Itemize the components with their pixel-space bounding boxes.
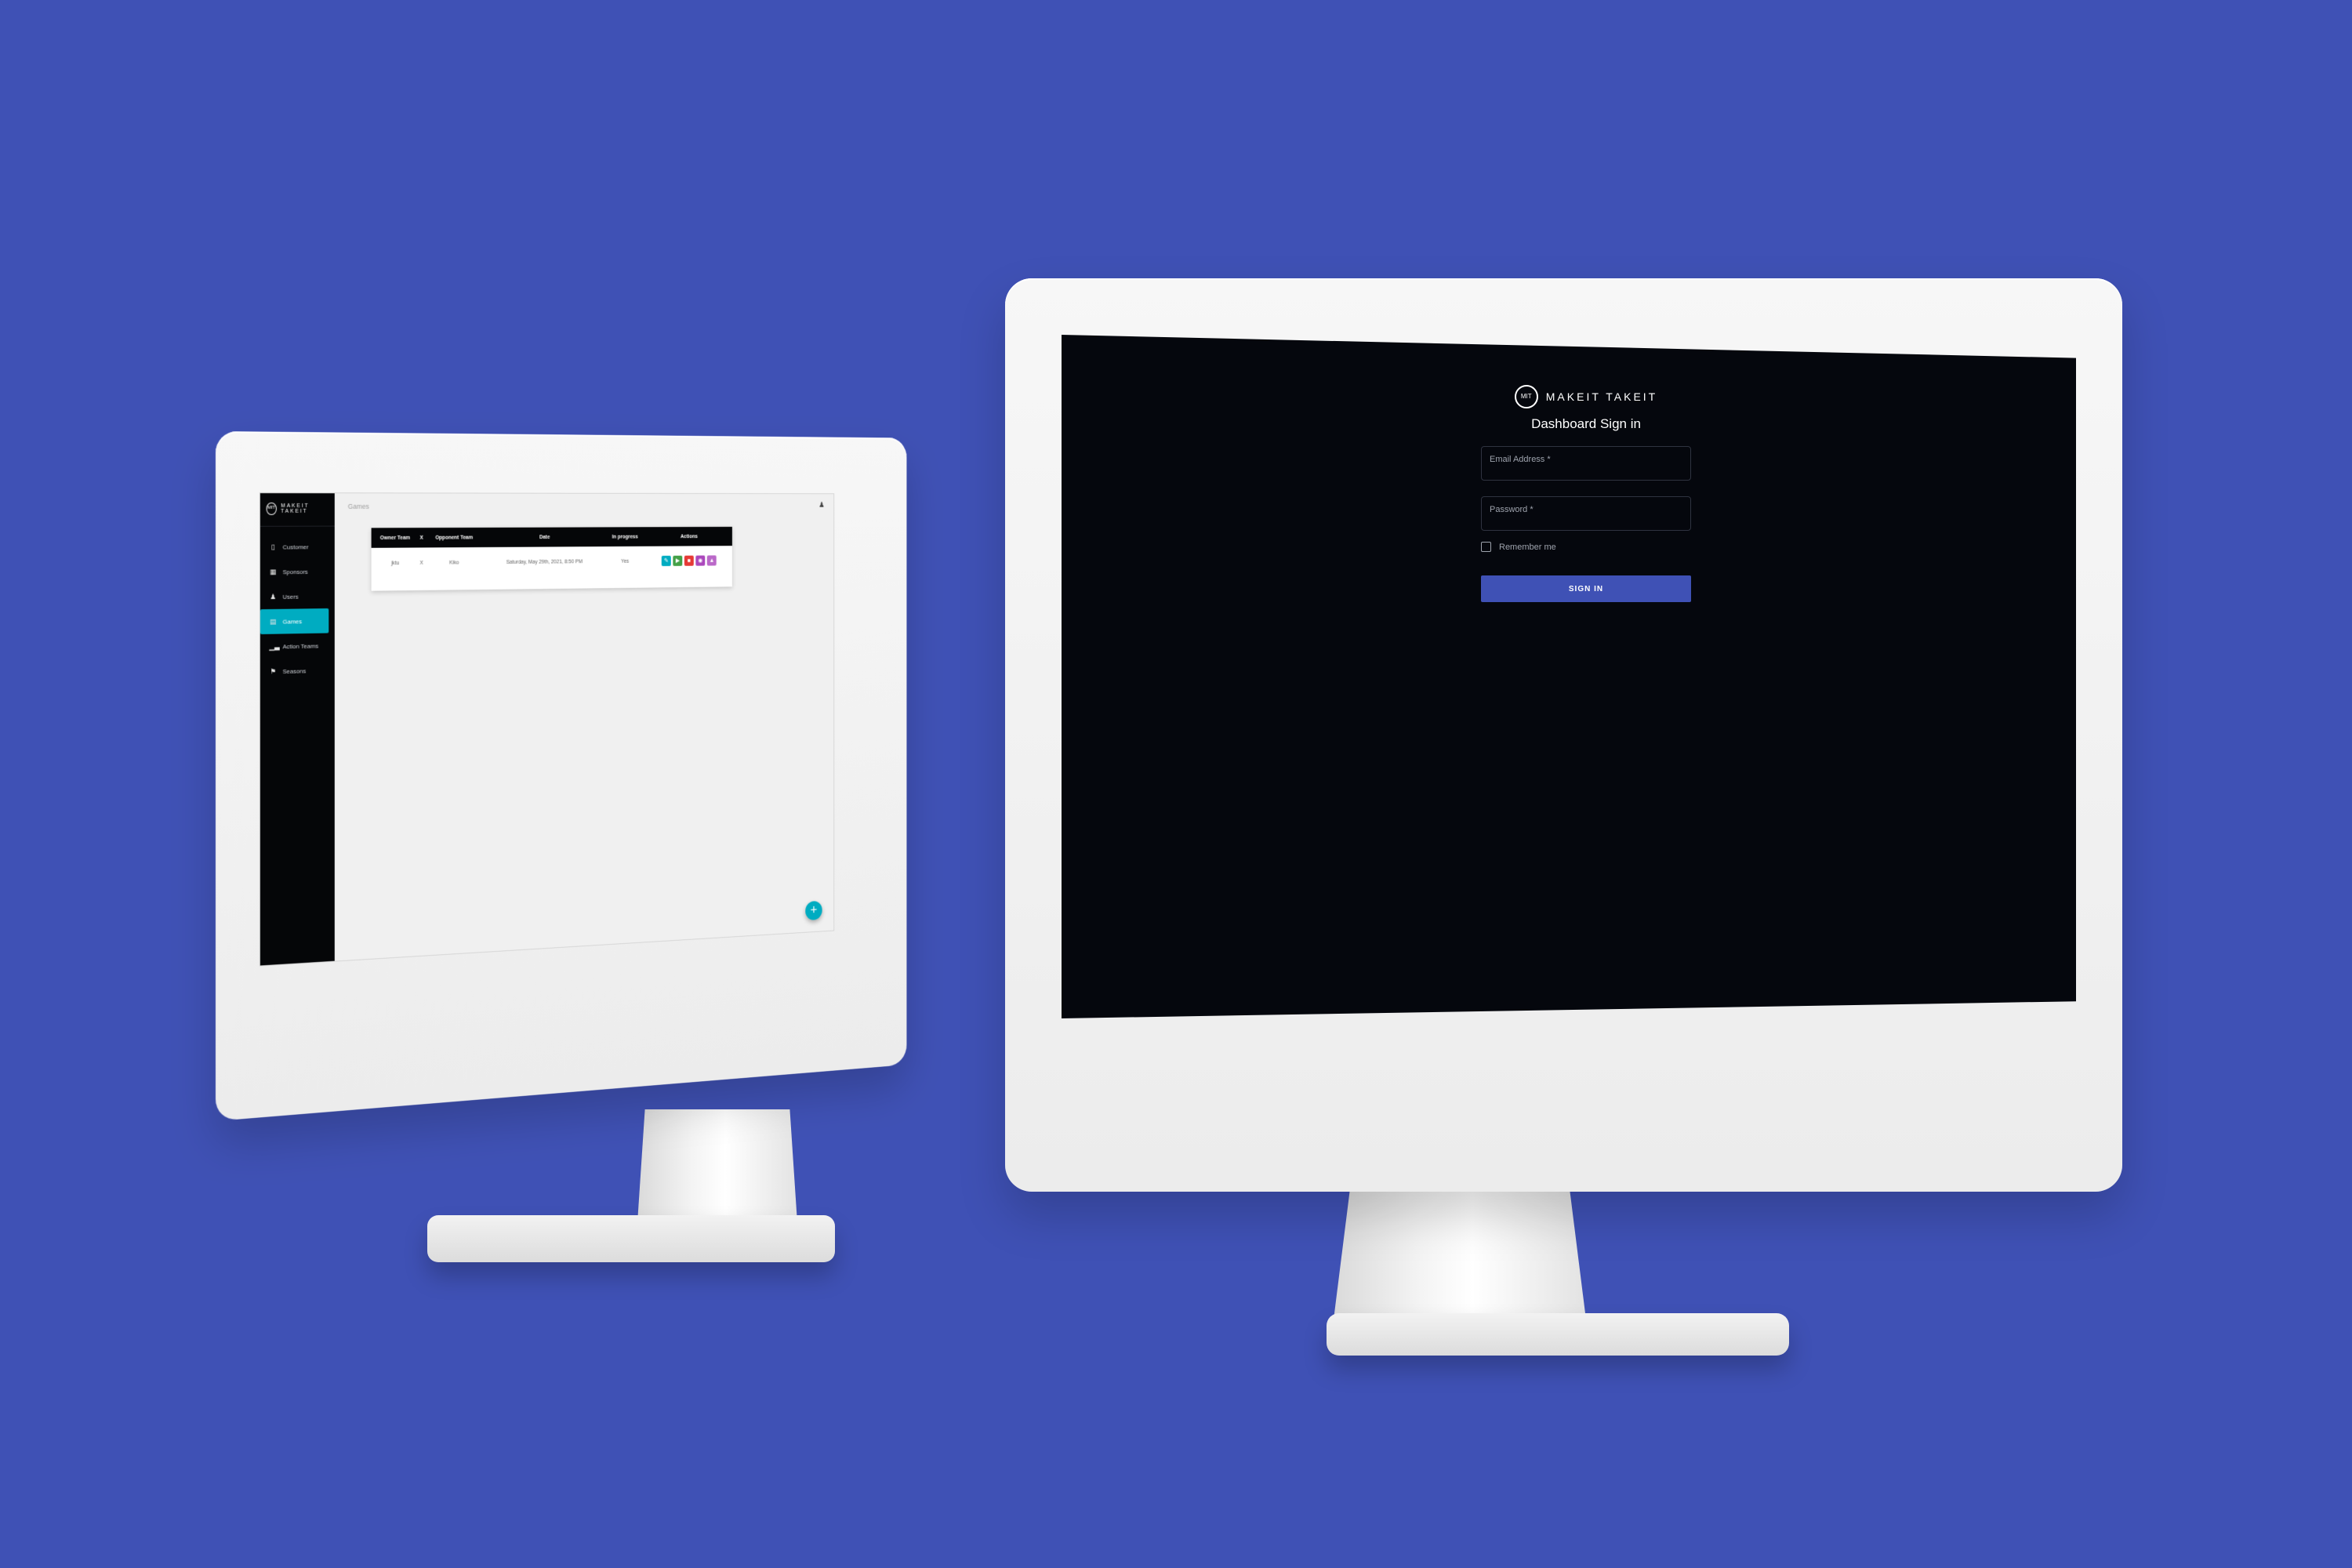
sidebar-item-games[interactable]: ▤ Games <box>260 608 329 635</box>
dashboard-screen: MIT MAKEIT TAKEIT ▯ Customer ▦ Sponsors … <box>259 492 835 967</box>
sidebar-item-label: Users <box>282 593 299 601</box>
column-header[interactable]: Opponent Team <box>424 527 485 548</box>
sidebar-item-label: Action Teams <box>282 642 319 650</box>
sidebar-logo[interactable]: MIT MAKEIT TAKEIT <box>260 499 335 527</box>
brand-name: MAKEIT TAKEIT <box>1545 390 1658 403</box>
games-table-card: Owner Team X Opponent Team Date In progr… <box>371 526 732 591</box>
chart-icon: ▁▃ <box>269 641 280 651</box>
breadcrumb: Games <box>347 503 369 510</box>
sidebar-nav: ▯ Customer ▦ Sponsors ♟ Users ▤ Games ▁▃… <box>260 534 335 684</box>
email-field[interactable]: Email Address * <box>1481 446 1691 481</box>
sidebar: MIT MAKEIT TAKEIT ▯ Customer ▦ Sponsors … <box>260 493 335 966</box>
sidebar-item-seasons[interactable]: ⚑ Seasons <box>260 658 335 684</box>
flag-icon: ⚑ <box>270 666 277 675</box>
column-header[interactable]: Date <box>484 527 604 547</box>
right-monitor-foot <box>1327 1313 1789 1356</box>
column-header: Actions <box>645 526 732 546</box>
password-field[interactable]: Password * <box>1481 496 1691 531</box>
remember-me[interactable]: Remember me <box>1481 542 1691 552</box>
remember-label: Remember me <box>1499 542 1556 552</box>
column-header[interactable]: In progress <box>604 527 646 547</box>
cell-in-progress: Yes <box>621 558 630 564</box>
left-monitor-foot <box>427 1215 835 1262</box>
games-table: Owner Team X Opponent Team Date In progr… <box>371 526 732 579</box>
right-monitor: MIT MAKEIT TAKEIT Dashboard Sign in Emai… <box>1005 278 2122 1356</box>
brand-name: MAKEIT TAKEIT <box>281 503 310 514</box>
cell-owner-team: jktu <box>391 560 400 566</box>
sidebar-item-label: Customer <box>282 543 309 550</box>
dashboard-main: Games ♟ Owner Team X Opponent Team Date … <box>335 493 834 960</box>
right-monitor-bezel: MIT MAKEIT TAKEIT Dashboard Sign in Emai… <box>1005 278 2122 1192</box>
page-title: Dashboard Sign in <box>1531 416 1641 431</box>
building-icon: ▦ <box>270 567 277 575</box>
signin-form: MIT MAKEIT TAKEIT Dashboard Sign in Emai… <box>1481 385 1691 602</box>
delete-icon[interactable]: ■ <box>684 555 694 566</box>
phone-icon: ▯ <box>270 543 275 551</box>
user-icon: ♟ <box>270 592 277 601</box>
left-monitor-bezel: MIT MAKEIT TAKEIT ▯ Customer ▦ Sponsors … <box>216 431 907 1121</box>
sign-in-button[interactable]: SIGN IN <box>1481 575 1691 602</box>
team-icon[interactable]: ▲ <box>706 555 717 566</box>
cell-actions: ✎ ▶ ■ ◉ ▲ <box>645 546 732 575</box>
action-buttons: ✎ ▶ ■ ◉ ▲ <box>645 555 732 567</box>
play-icon[interactable]: ▶ <box>673 555 683 566</box>
edit-icon[interactable]: ✎ <box>661 555 671 567</box>
stats-icon[interactable]: ◉ <box>695 555 706 566</box>
sidebar-item-sponsors[interactable]: ▦ Sponsors <box>260 559 335 585</box>
games-icon: ▤ <box>270 617 277 626</box>
left-monitor: MIT MAKEIT TAKEIT ▯ Customer ▦ Sponsors … <box>216 431 1000 1262</box>
sidebar-item-customer[interactable]: ▯ Customer <box>260 534 335 559</box>
column-header[interactable]: X <box>419 528 425 548</box>
cell-date: Saturday, May 29th, 2021, 8:50 PM <box>506 558 583 565</box>
cell-opponent-team: Kiko <box>449 560 459 566</box>
sidebar-item-users[interactable]: ♟ Users <box>260 583 335 609</box>
sidebar-item-action-teams[interactable]: ▁▃ Action Teams <box>260 633 335 659</box>
column-header[interactable]: Owner Team <box>371 528 419 548</box>
sidebar-item-label: Games <box>282 617 303 626</box>
sidebar-item-label: Sponsors <box>282 568 308 575</box>
cell-x: X <box>419 560 423 566</box>
signin-screen: MIT MAKEIT TAKEIT Dashboard Sign in Emai… <box>1062 335 2076 1018</box>
remember-checkbox[interactable] <box>1481 542 1491 552</box>
signin-logo: MIT MAKEIT TAKEIT <box>1481 385 1691 408</box>
table-header-row: Owner Team X Opponent Team Date In progr… <box>371 526 732 548</box>
brand-mark-icon: MIT <box>1514 385 1538 408</box>
table-row[interactable]: jktu X Kiko Saturday, May 29th, 2021, 8:… <box>372 546 732 579</box>
account-icon[interactable]: ♟ <box>819 501 825 509</box>
brand-mark-icon: MIT <box>266 503 277 515</box>
sidebar-item-label: Seasons <box>282 666 307 675</box>
add-game-button[interactable]: + <box>805 900 822 921</box>
